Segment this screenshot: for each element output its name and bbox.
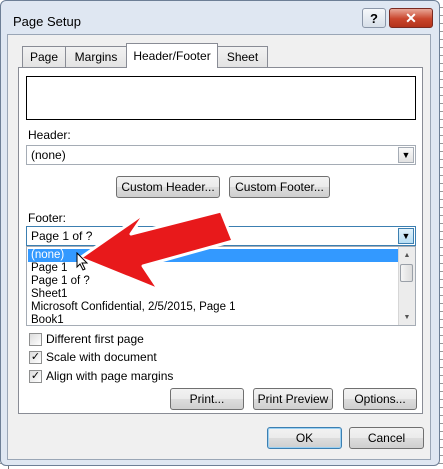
tab-page[interactable]: Page xyxy=(22,46,66,67)
list-item[interactable]: Book1 xyxy=(28,314,398,325)
align-with-page-margins-checkbox[interactable]: ✓ xyxy=(29,370,42,383)
align-with-page-margins-label: Align with page margins xyxy=(46,369,174,383)
custom-footer-button[interactable]: Custom Footer... xyxy=(229,176,330,198)
tab-sheet[interactable]: Sheet xyxy=(217,46,268,67)
custom-header-button[interactable]: Custom Header... xyxy=(116,176,220,198)
header-preview xyxy=(26,76,416,120)
list-item[interactable]: Page 1 of ? xyxy=(28,275,398,288)
different-first-page-checkbox[interactable] xyxy=(29,333,42,346)
footer-dropdown[interactable]: Page 1 of ? ▼ xyxy=(26,226,416,246)
footer-value: Page 1 of ? xyxy=(31,229,93,243)
list-item[interactable]: Microsoft Confidential, 2/5/2015, Page 1 xyxy=(28,301,398,314)
tab-header-footer[interactable]: Header/Footer xyxy=(126,43,218,68)
options-button[interactable]: Options... xyxy=(343,388,417,410)
print-button[interactable]: Print... xyxy=(170,388,244,410)
chevron-down-icon[interactable]: ▼ xyxy=(398,147,414,163)
tab-margins[interactable]: Margins xyxy=(65,46,127,67)
mouse-cursor-icon xyxy=(76,252,89,271)
print-preview-button[interactable]: Print Preview xyxy=(253,388,333,410)
list-scrollbar[interactable]: ▲ ▼ xyxy=(398,247,415,325)
scroll-up-icon[interactable]: ▲ xyxy=(399,248,415,262)
dialog-title: Page Setup xyxy=(13,14,81,29)
list-item[interactable]: Sheet1 xyxy=(28,288,398,301)
different-first-page-label: Different first page xyxy=(46,332,144,346)
header-dropdown[interactable]: (none) ▼ xyxy=(26,145,416,165)
header-label: Header: xyxy=(28,128,71,142)
scroll-thumb[interactable] xyxy=(400,264,413,282)
ok-button[interactable]: OK xyxy=(267,427,342,449)
footer-label: Footer: xyxy=(28,211,67,225)
chevron-down-icon[interactable]: ▼ xyxy=(398,228,414,244)
header-value: (none) xyxy=(31,148,66,162)
scale-with-document-label: Scale with document xyxy=(46,350,157,364)
scale-with-document-checkbox[interactable]: ✓ xyxy=(29,351,42,364)
scroll-down-icon[interactable]: ▼ xyxy=(399,310,415,324)
cancel-button[interactable]: Cancel xyxy=(349,427,424,449)
help-button[interactable]: ? xyxy=(362,8,386,28)
close-button[interactable]: ✕ xyxy=(389,8,433,28)
